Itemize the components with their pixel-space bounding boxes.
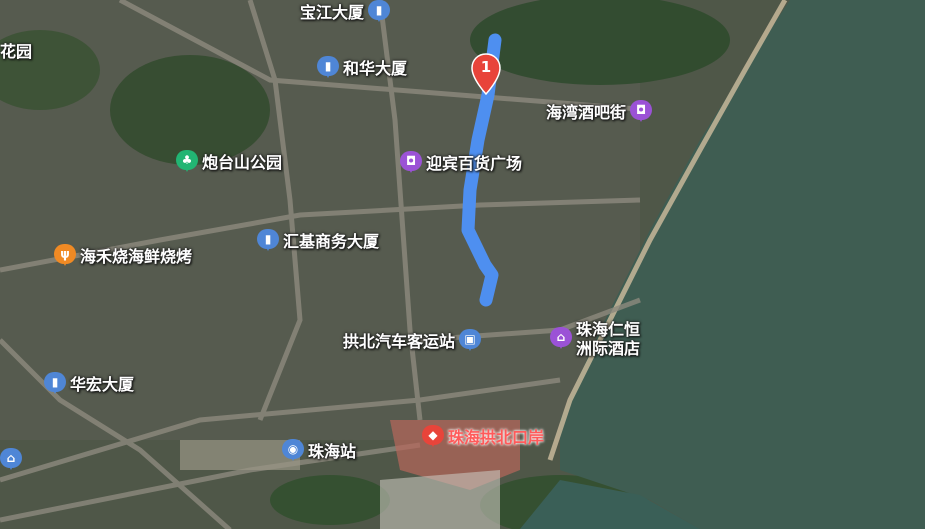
poi-label: 炮台山公园 <box>202 152 283 172</box>
building-icon: ▮ <box>317 56 339 80</box>
poi-renheng[interactable]: ⌂ 珠海仁恒 洲际酒店 <box>550 320 640 358</box>
poi-label: 和华大厦 <box>343 58 408 78</box>
poi-gongbei-bus[interactable]: 拱北汽车客运站 ▣ <box>343 329 482 353</box>
poi-label: 珠海仁恒 <box>576 320 641 339</box>
bus-icon: ▣ <box>459 329 482 353</box>
poi-huahong[interactable]: ▮ 华宏大厦 <box>44 372 134 396</box>
poi-label-line2: 洲际酒店 <box>576 339 641 358</box>
poi-yingbin[interactable]: ◘ 迎宾百货广场 <box>400 151 522 175</box>
poi-label: 珠海站 <box>308 441 357 461</box>
hotel-icon: ⌂ <box>550 327 572 351</box>
poi-label: 拱北汽车客运站 <box>343 331 456 351</box>
poi-hehua[interactable]: ▮ 和华大厦 <box>317 56 407 80</box>
building-icon: ▮ <box>368 0 391 24</box>
route-start-marker[interactable]: 1 <box>470 52 502 96</box>
poi-unlabeled-building[interactable]: ⌂ <box>0 448 22 472</box>
train-station-icon: ◉ <box>282 439 304 463</box>
poi-label: 迎宾百货广场 <box>426 153 523 173</box>
poi-baojiang[interactable]: 宝江大厦 ▮ <box>300 0 391 24</box>
poi-gongbei-port[interactable]: ◆ 珠海拱北口岸 <box>422 425 544 449</box>
poi-huayuan[interactable]: 花园 <box>0 42 32 61</box>
poi-label: 华宏大厦 <box>70 374 135 394</box>
poi-label: 宝江大厦 <box>300 2 365 22</box>
shopping-icon: ◘ <box>630 100 653 124</box>
park-icon: ♣ <box>176 150 198 174</box>
poi-huiji[interactable]: ▮ 汇基商务大厦 <box>257 229 379 253</box>
poi-zhuhai-station[interactable]: ◉ 珠海站 <box>282 439 356 463</box>
poi-label: 花园 <box>0 42 33 61</box>
poi-label: 海湾酒吧街 <box>546 102 627 122</box>
poi-paotaishan[interactable]: ♣ 炮台山公园 <box>176 150 282 174</box>
port-icon: ◆ <box>422 425 444 449</box>
poi-haihe[interactable]: ψ 海禾烧海鲜烧烤 <box>54 244 192 268</box>
poi-label: 汇基商务大厦 <box>283 231 380 251</box>
building-icon: ▮ <box>257 229 279 253</box>
poi-haiwan[interactable]: 海湾酒吧街 ◘ <box>546 100 653 124</box>
food-icon: ψ <box>54 244 76 268</box>
building-icon: ⌂ <box>0 448 22 472</box>
map-canvas[interactable]: 1 宝江大厦 ▮ ▮ 和华大厦 海湾酒吧街 ◘ 花园 ♣ 炮台山公园 ◘ 迎宾百… <box>0 0 925 529</box>
shopping-icon: ◘ <box>400 151 422 175</box>
route-marker-number: 1 <box>480 58 492 76</box>
poi-label: 珠海拱北口岸 <box>448 427 545 447</box>
poi-label: 海禾烧海鲜烧烤 <box>80 246 193 266</box>
building-icon: ▮ <box>44 372 66 396</box>
